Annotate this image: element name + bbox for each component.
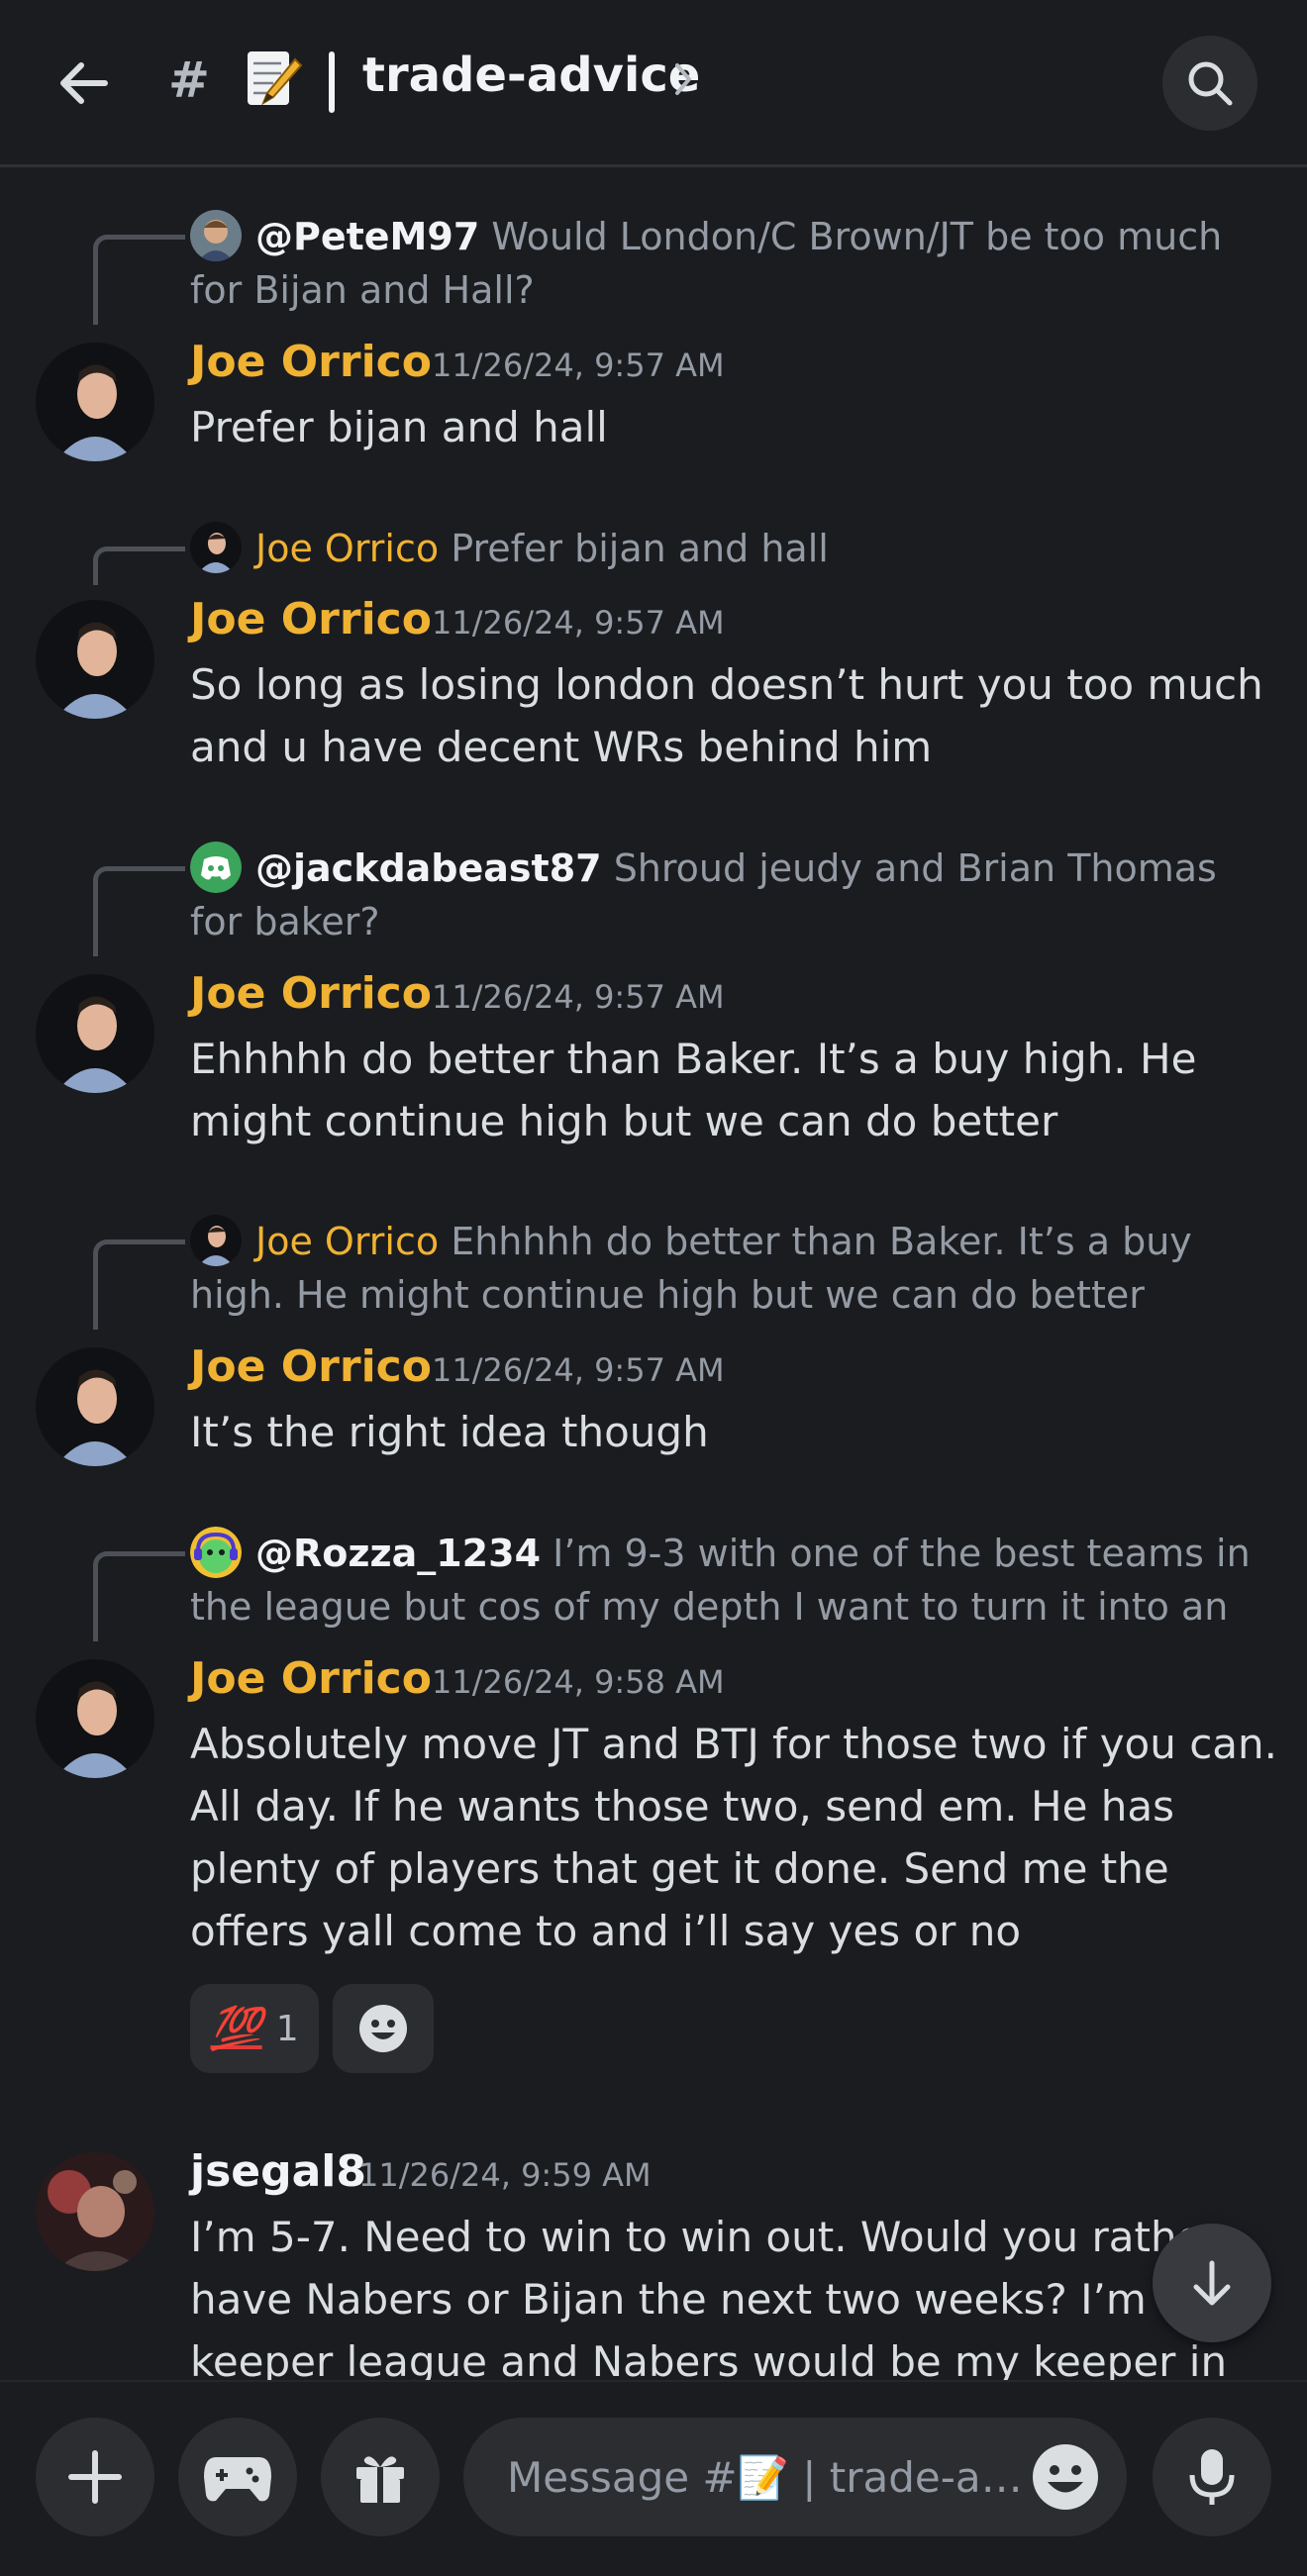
reply-author[interactable]: Joe Orrico [255, 527, 439, 570]
timestamp: 11/26/24, 9:57 AM [432, 347, 725, 384]
reply-author[interactable]: @jackdabeast87 [255, 846, 602, 890]
search-button[interactable] [1162, 36, 1257, 131]
message-input[interactable] [463, 2418, 1127, 2536]
avatar-image [36, 600, 154, 719]
reply-connector [93, 546, 185, 585]
avatar[interactable] [36, 1347, 154, 1466]
reply-preview[interactable]: @PeteM97 Would London/C Brown/JT be too … [190, 210, 1269, 317]
author-name[interactable]: Joe Orrico [190, 968, 432, 1019]
channel-name[interactable]: trade-advice [362, 48, 700, 103]
avatar[interactable] [36, 343, 154, 461]
microphone-icon [1189, 2449, 1235, 2505]
timestamp: 11/26/24, 9:57 AM [432, 1351, 725, 1389]
avatar[interactable] [36, 1659, 154, 1778]
avatar[interactable] [36, 974, 154, 1093]
timestamp: 11/26/24, 9:58 AM [432, 1663, 725, 1701]
author-name[interactable]: jsegal8 [190, 2146, 366, 2197]
reply-connector [93, 1551, 185, 1641]
reply-preview[interactable]: Joe Orrico Prefer bijan and hall [190, 522, 1269, 575]
smile-icon [359, 2005, 407, 2052]
channel-hash-icon: # [168, 51, 210, 109]
message-text: Absolutely move JT and BTJ for those two… [190, 1720, 1278, 1955]
channel-separator [329, 51, 335, 113]
arrow-left-icon [60, 62, 108, 104]
voice-message-button[interactable] [1153, 2418, 1271, 2536]
reaction-pill[interactable]: 💯 1 [190, 1984, 319, 2073]
message-text: So long as losing london doesn’t hurt yo… [190, 660, 1263, 771]
memo-emoji-icon [248, 51, 303, 106]
reply-author[interactable]: @PeteM97 [255, 215, 479, 258]
activities-button[interactable] [178, 2418, 297, 2536]
gift-button[interactable] [321, 2418, 440, 2536]
message-text: Ehhhhh do better than Baker. It’s a buy … [190, 1035, 1197, 1145]
arrow-down-icon [1193, 2260, 1231, 2306]
reply-snippet: Prefer bijan and hall [451, 527, 829, 570]
reply-preview[interactable]: Joe Orrico Ehhhhh do better than Baker. … [190, 1215, 1269, 1322]
message-text: I’m 5-7. Need to win to win out. Would y… [190, 2213, 1237, 2380]
channel-header: # trade-advice [0, 0, 1307, 167]
reply-connector [93, 235, 185, 325]
composer-bar [0, 2380, 1307, 2576]
search-icon [1188, 61, 1233, 106]
add-attachment-button[interactable] [36, 2418, 154, 2536]
timestamp: 11/26/24, 9:57 AM [432, 604, 725, 642]
timestamp: 11/26/24, 9:57 AM [432, 978, 725, 1016]
avatar[interactable] [36, 600, 154, 719]
author-name[interactable]: Joe Orrico [190, 594, 432, 644]
avatar[interactable] [36, 2152, 154, 2271]
author-name[interactable]: Joe Orrico [190, 1653, 432, 1704]
back-button[interactable] [40, 40, 127, 127]
gift-icon [356, 2456, 404, 2503]
chevron-right-icon[interactable] [673, 61, 695, 97]
avatar-image [36, 974, 154, 1093]
reply-preview[interactable]: @Rozza_1234 I’m 9-3 with one of the best… [190, 1527, 1269, 1634]
smile-icon[interactable] [1030, 2441, 1101, 2513]
author-name[interactable]: Joe Orrico [190, 337, 432, 387]
add-reaction-button[interactable] [333, 1984, 434, 2073]
reaction-count: 1 [275, 2008, 299, 2049]
gamepad-icon [204, 2457, 271, 2502]
reply-preview[interactable]: @jackdabeast87 Shroud jeudy and Brian Th… [190, 842, 1269, 948]
timestamp: 11/26/24, 9:59 AM [358, 2156, 652, 2194]
avatar-image [36, 1659, 154, 1778]
avatar-image [36, 1347, 154, 1466]
hundred-points-emoji: 💯 [210, 2004, 262, 2052]
avatar-image [36, 2152, 154, 2271]
message-text: It’s the right idea though [190, 1408, 709, 1456]
jump-to-bottom-button[interactable] [1153, 2224, 1271, 2342]
reply-author[interactable]: Joe Orrico [255, 1220, 439, 1263]
reply-connector [93, 866, 185, 956]
plus-icon [68, 2450, 122, 2504]
reply-connector [93, 1239, 185, 1330]
reply-author[interactable]: @Rozza_1234 [255, 1532, 541, 1575]
message-text: Prefer bijan and hall [190, 403, 608, 451]
avatar-image [36, 343, 154, 461]
author-name[interactable]: Joe Orrico [190, 1341, 432, 1392]
